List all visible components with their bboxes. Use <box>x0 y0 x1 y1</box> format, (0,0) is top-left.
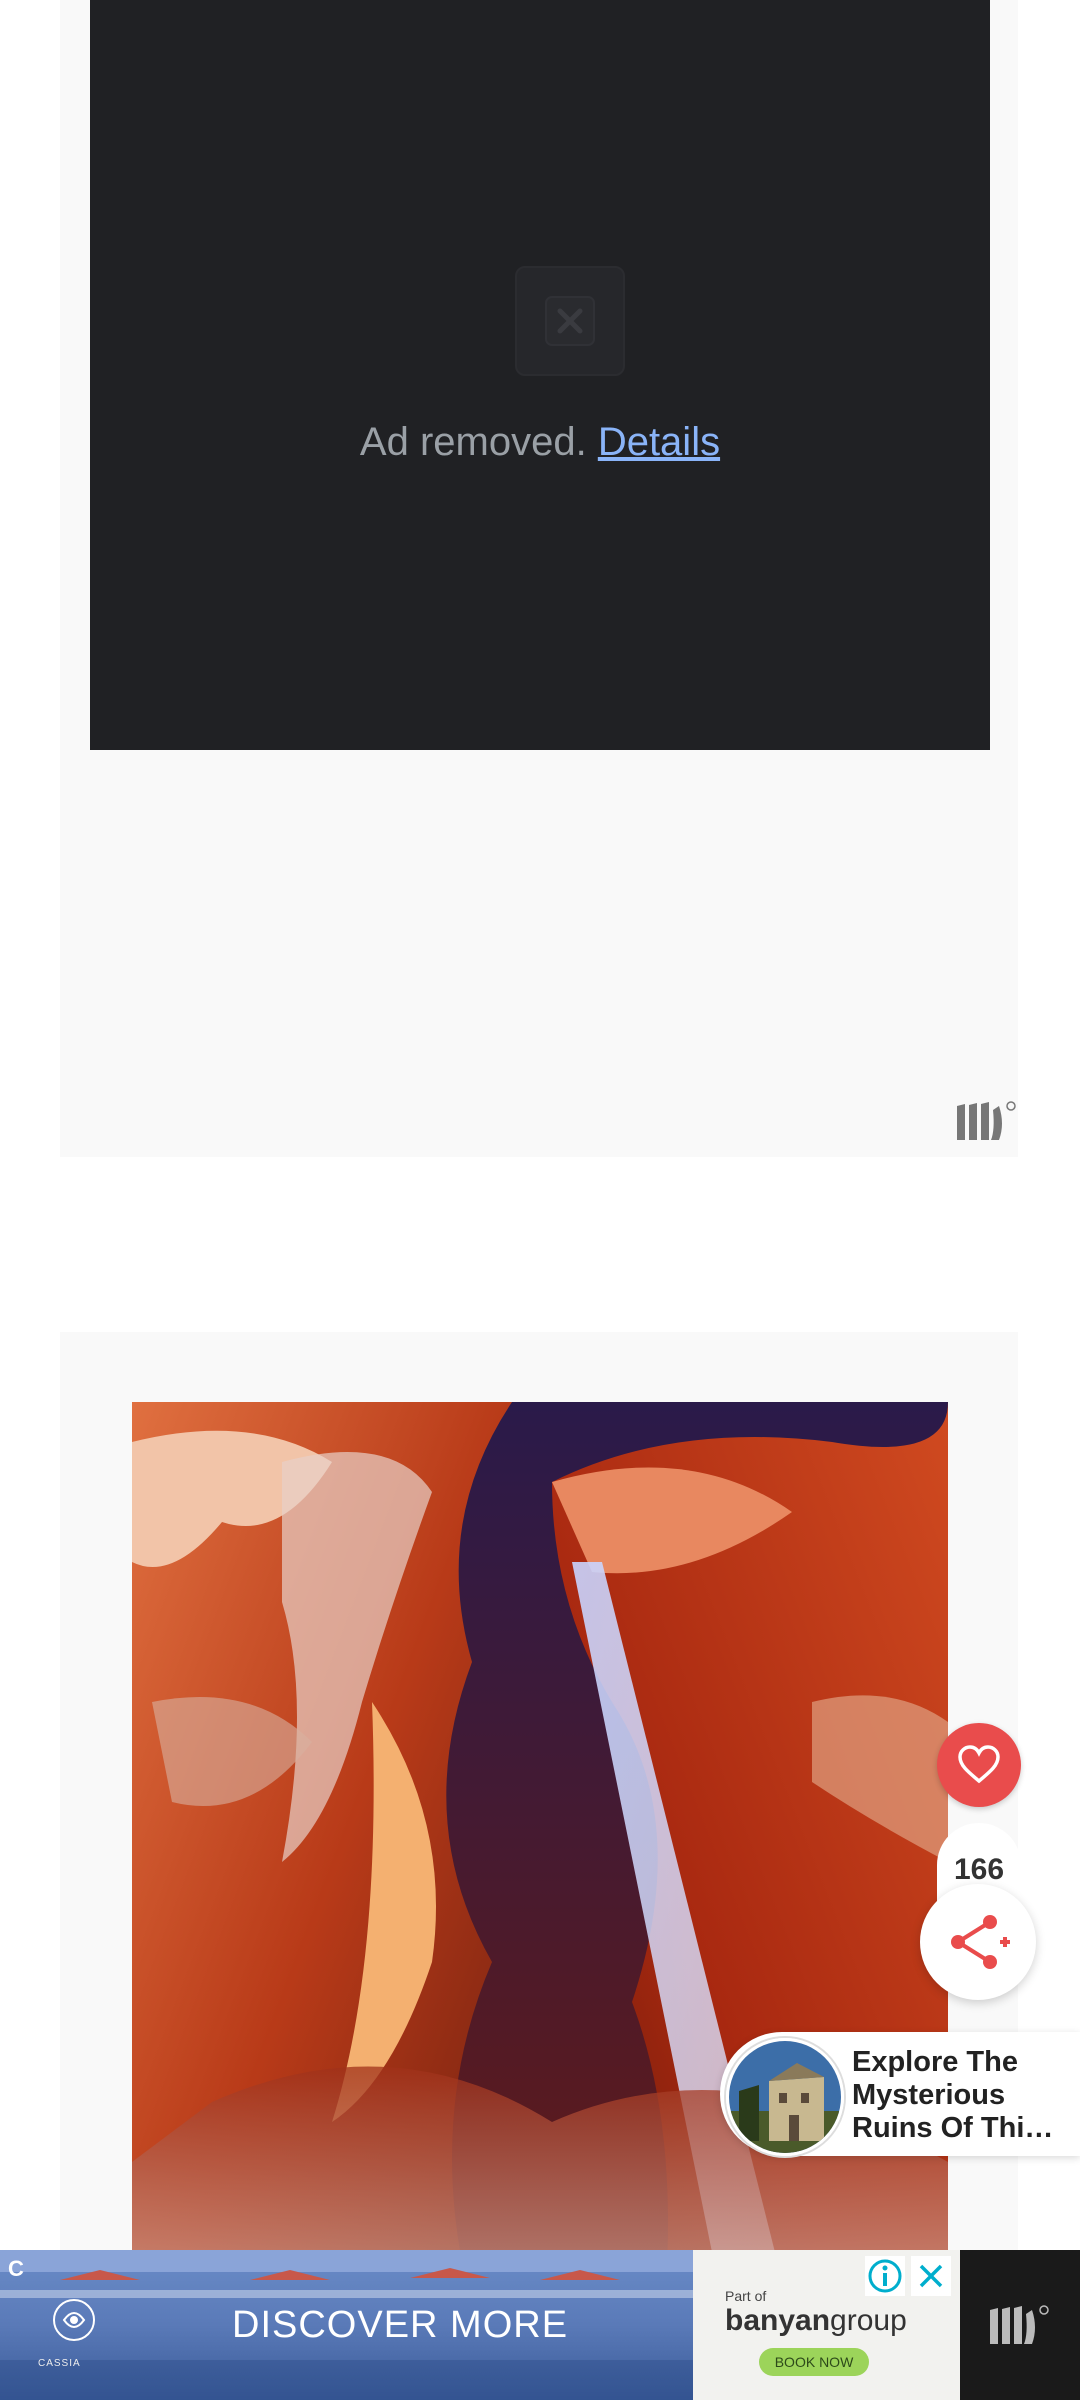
share-icon <box>951 1915 1010 1969</box>
banyan-group-ad[interactable]: Part of banyangroup BOOK NOW <box>693 2250 960 2400</box>
cassia-logo-icon <box>44 2296 104 2349</box>
explore-line-1: Explore The <box>852 2046 1018 2078</box>
resort-ad-image[interactable]: C CASSIA DISCOVER MORE <box>0 2250 693 2400</box>
explore-title: Explore The Mysterious Ruins Of Thi… <box>852 2046 1074 2145</box>
share-button[interactable] <box>920 1884 1036 2000</box>
mediavine-logo-icon <box>960 2250 1080 2400</box>
explore-line-2: Mysterious <box>852 2079 1006 2111</box>
like-count: 166 <box>953 1853 1005 1886</box>
ad-corner-mark: C <box>8 2256 24 2281</box>
mediavine-logo-icon <box>955 1100 1019 1144</box>
photo-card <box>60 1332 1018 2400</box>
ad-removed-text: Ad removed. <box>359 420 587 464</box>
banyan-logo: banyangroup <box>725 2304 907 2338</box>
removed-ad-panel: Ad removed. Details <box>90 0 990 750</box>
banyan-part-of: Part of <box>725 2288 767 2304</box>
ad-removed-message: Ad removed. Details <box>90 420 990 465</box>
close-x-icon <box>515 266 625 376</box>
bottom-banner-ad[interactable]: C CASSIA DISCOVER MORE Part of banyangro… <box>0 2250 1080 2400</box>
details-link[interactable]: Details <box>598 420 720 464</box>
book-now-button[interactable]: BOOK NOW <box>759 2348 869 2376</box>
like-button[interactable] <box>937 1723 1021 1807</box>
discover-more-cta[interactable]: DISCOVER MORE <box>232 2304 568 2347</box>
banyan-bold: banyan <box>725 2304 831 2337</box>
explore-line-3: Ruins Of Thi… <box>852 2112 1054 2144</box>
explore-thumbnail <box>726 2038 844 2156</box>
ad-container: Ad removed. Details <box>60 0 1018 1157</box>
close-icon[interactable] <box>911 2256 951 2296</box>
cassia-brand: CASSIA <box>38 2358 81 2369</box>
explore-recommendation[interactable]: Explore The Mysterious Ruins Of Thi… <box>720 2032 1080 2156</box>
banyan-light: group <box>830 2304 907 2337</box>
info-icon[interactable] <box>865 2256 905 2296</box>
